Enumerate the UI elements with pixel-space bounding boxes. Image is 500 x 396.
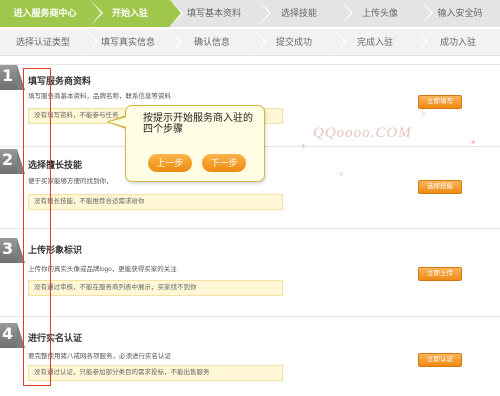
select-skills-button[interactable]: 选择技能	[418, 180, 462, 194]
step-label: 上传头像	[361, 8, 398, 18]
section-real-name: 4 进行实名认证 要完整使用猪八戒网各项服务，必须进行实名认证 没有通过认证，只…	[0, 316, 500, 396]
fill-now-button[interactable]: 立即填写	[418, 95, 462, 109]
step-number-badge: 3	[0, 238, 25, 263]
upload-now-button[interactable]: 立即上传	[418, 267, 462, 281]
substep-confirm-info[interactable]: 确认信息	[170, 29, 266, 55]
substep-submitted[interactable]: 提交成功	[254, 29, 346, 55]
substep-label: 选择认证类型	[15, 37, 70, 47]
step-enter-service-center[interactable]: 进入服务商中心	[0, 0, 103, 27]
highlight-frame	[23, 68, 51, 386]
step-number-badge: 1	[0, 65, 25, 90]
section-avatar: 3 上传形象标识 上传你的真实头像或品牌logo，更能获得买家的关注 没有通过审…	[0, 228, 500, 316]
substep-label: 成功入驻	[439, 37, 476, 47]
substep-auth-type[interactable]: 选择认证类型	[0, 29, 98, 55]
section-note: 没有擅长技能，不能推荐合适需求给你	[28, 194, 283, 210]
main-step-bar: 进入服务商中心 开始入驻 填写基本资料 选择技能 上传头像 输入安全码	[0, 0, 500, 27]
substep-label: 完成入驻	[356, 37, 393, 47]
substep-label: 填写真实信息	[100, 37, 155, 47]
verify-now-button[interactable]: 立即认证	[418, 353, 462, 367]
guide-tooltip: 按提示开始服务商入驻的四个步骤 上一步 下一步	[125, 105, 265, 182]
section-note: 没有通过认证，只能参加部分类目的需求投标，不能出售服务	[28, 365, 283, 381]
step-label: 填写基本资料	[186, 8, 241, 18]
next-step-button[interactable]: 下一步	[202, 154, 246, 172]
sub-step-bar: 选择认证类型 填写真实信息 确认信息 提交成功 完成入驻 成功入驻	[0, 29, 500, 56]
tooltip-text: 按提示开始服务商入驻的四个步骤	[143, 113, 253, 135]
substep-complete[interactable]: 完成入驻	[334, 29, 428, 55]
substep-label: 确认信息	[193, 37, 230, 47]
step-number-badge: 2	[0, 149, 25, 174]
step-label: 输入安全码	[437, 8, 483, 18]
substep-label: 提交成功	[275, 37, 312, 47]
step-label: 进入服务商中心	[13, 8, 77, 18]
section-note: 没有通过审核，不能在服务商列表中展示，买家找不到你	[28, 280, 283, 296]
step-number-badge: 4	[0, 323, 25, 348]
step-basic-info[interactable]: 填写基本资料	[170, 0, 271, 27]
substep-success[interactable]: 成功入驻	[416, 29, 500, 55]
prev-step-button[interactable]: 上一步	[148, 154, 192, 172]
step-label: 开始入驻	[111, 8, 148, 18]
step-label: 选择技能	[280, 8, 317, 18]
substep-real-info[interactable]: 填写真实信息	[86, 29, 182, 55]
